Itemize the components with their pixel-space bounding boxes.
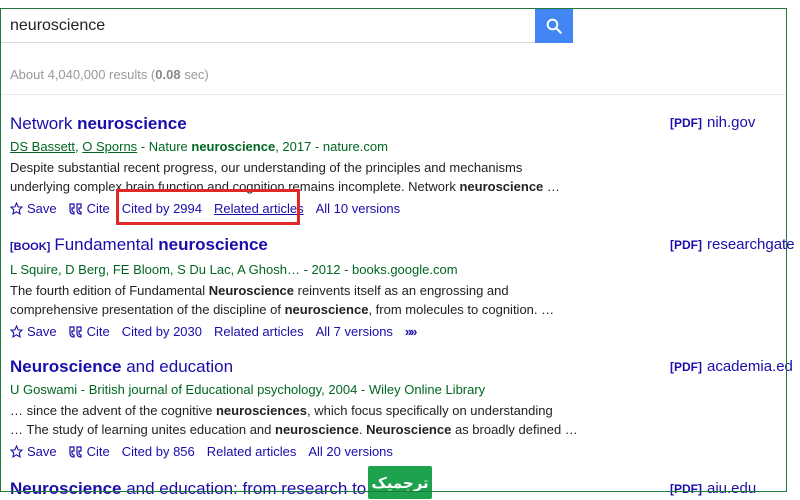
translation-badge: ترجمیک (368, 466, 432, 499)
star-icon (10, 445, 23, 458)
save-button[interactable]: Save (10, 322, 57, 341)
author-link[interactable]: DS Bassett (10, 139, 75, 154)
more-icon[interactable]: »» (405, 322, 418, 341)
search-bar (0, 8, 573, 43)
result-snippet: Despite substantial recent progress, our… (10, 160, 560, 194)
divider (0, 94, 787, 95)
pdf-link[interactable]: [PDF] researchgate (670, 236, 795, 253)
result-title[interactable]: Neuroscience and education (10, 357, 660, 377)
pdf-link[interactable]: [PDF] academia.ed (670, 358, 793, 375)
result-snippet: … since the advent of the cognitive neur… (10, 403, 578, 437)
results-stats: About 4,040,000 results (0.08 sec) (10, 67, 209, 82)
result-actions: Save Cite Cited by 2994 Related articles… (10, 199, 660, 218)
result-authors: L Squire, D Berg, FE Bloom, S Du Lac, A … (10, 262, 458, 277)
result-authors: U Goswami - British journal of Education… (10, 382, 486, 397)
related-articles-link[interactable]: Related articles (207, 442, 297, 461)
result-title[interactable]: Neuroscience and education: from researc… (10, 479, 660, 499)
related-articles-link[interactable]: Related articles (214, 199, 304, 218)
cited-by-link[interactable]: Cited by 2030 (122, 322, 202, 341)
author-link[interactable]: O Sporns (82, 139, 137, 154)
search-button[interactable] (535, 8, 573, 43)
versions-link[interactable]: All 10 versions (316, 199, 401, 218)
cite-button[interactable]: Cite (69, 199, 110, 218)
quote-icon (69, 325, 82, 338)
result-actions: Save Cite Cited by 2030 Related articles… (10, 322, 660, 341)
result-snippet: The fourth edition of Fundamental Neuros… (10, 283, 555, 317)
result-item: Neuroscience and education: from researc… (10, 479, 660, 499)
result-title[interactable]: [BOOK] Fundamental neuroscience (10, 235, 660, 257)
result-item: Neuroscience and education U Goswami - B… (10, 357, 660, 461)
star-icon (10, 325, 23, 338)
versions-link[interactable]: All 20 versions (308, 442, 393, 461)
result-authors: DS Bassett, O Sporns - Nature neuroscien… (10, 139, 388, 154)
related-articles-link[interactable]: Related articles (214, 322, 304, 341)
pdf-link[interactable]: [PDF] aiu.edu (670, 480, 756, 497)
result-actions: Save Cite Cited by 856 Related articles … (10, 442, 660, 461)
save-button[interactable]: Save (10, 442, 57, 461)
book-tag: [BOOK] (10, 241, 51, 253)
result-title[interactable]: Network neuroscience (10, 114, 660, 134)
quote-icon (69, 445, 82, 458)
search-input[interactable] (1, 9, 533, 42)
cited-by-link[interactable]: Cited by 856 (122, 442, 195, 461)
cited-by-link[interactable]: Cited by 2994 (122, 199, 202, 218)
versions-link[interactable]: All 7 versions (316, 322, 393, 341)
star-icon (10, 202, 23, 215)
search-icon (546, 18, 562, 34)
pdf-link[interactable]: [PDF] nih.gov (670, 114, 755, 131)
quote-icon (69, 202, 82, 215)
save-button[interactable]: Save (10, 199, 57, 218)
cite-button[interactable]: Cite (69, 442, 110, 461)
result-item: Network neuroscience DS Bassett, O Sporn… (10, 114, 660, 218)
cite-button[interactable]: Cite (69, 322, 110, 341)
result-item: [BOOK] Fundamental neuroscience L Squire,… (10, 235, 660, 341)
